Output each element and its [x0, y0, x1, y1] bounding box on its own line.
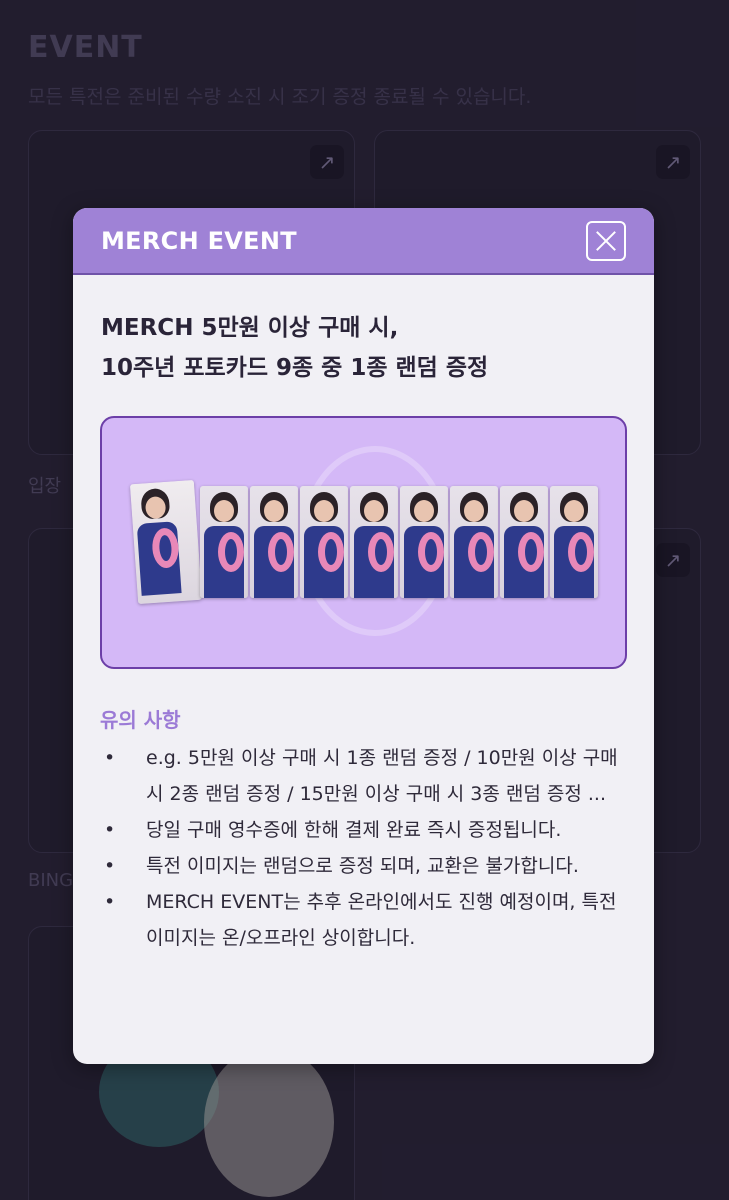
note-item: • e.g. 5만원 이상 구매 시 1종 랜덤 증정 / 10만원 이상 구매 … [100, 740, 620, 812]
modal-headline: MERCH 5만원 이상 구매 시, 10주년 포토카드 9종 중 1종 랜덤 … [101, 308, 631, 388]
note-text: 당일 구매 영수증에 한해 결제 완료 즉시 증정됩니다. [146, 819, 562, 841]
note-item: • MERCH EVENT는 추후 온라인에서도 진행 예정이며, 특전 이미지는… [100, 884, 620, 956]
note-text: 특전 이미지는 랜덤으로 증정 되며, 교환은 불가합니다. [146, 855, 579, 877]
photocard-thumbnail [250, 486, 298, 598]
photocard-thumbnail [400, 486, 448, 598]
photocard-thumbnail [350, 486, 398, 598]
photocard-thumbnail [129, 479, 203, 605]
note-text: MERCH EVENT는 추후 온라인에서도 진행 예정이며, 특전 이미지는 … [146, 891, 617, 949]
modal-header: MERCH EVENT [73, 208, 654, 275]
event-page: EVENT 모든 특전은 준비된 수량 소진 시 조기 증정 종료될 수 있습니… [0, 0, 729, 1200]
notes-list: • e.g. 5만원 이상 구매 시 1종 랜덤 증정 / 10만원 이상 구매 … [100, 740, 620, 956]
merch-event-modal: MERCH EVENT MERCH 5만원 이상 구매 시, 10주년 포토카드… [73, 208, 654, 1064]
headline-line-2: 10주년 포토카드 9종 중 1종 랜덤 증정 [101, 355, 489, 381]
photocard-thumbnail [200, 486, 248, 598]
bullet: • [104, 855, 116, 877]
photocard-thumbnail [550, 486, 598, 598]
photocard-promo-image [100, 416, 627, 669]
notes-title: 유의 사항 [100, 708, 181, 732]
note-text: e.g. 5만원 이상 구매 시 1종 랜덤 증정 / 10만원 이상 구매 시… [146, 747, 618, 805]
photocard-thumbnail [450, 486, 498, 598]
headline-line-1: MERCH 5만원 이상 구매 시, [101, 315, 399, 341]
bullet: • [104, 819, 116, 841]
bullet: • [104, 747, 116, 769]
modal-title: MERCH EVENT [101, 226, 297, 255]
note-item: • 당일 구매 영수증에 한해 결제 완료 즉시 증정됩니다. [100, 812, 620, 848]
photocard-row [129, 479, 599, 605]
bullet: • [104, 891, 116, 913]
close-button[interactable] [586, 220, 626, 261]
photocard-thumbnail [500, 486, 548, 598]
photocard-thumbnail [300, 486, 348, 598]
note-item: • 특전 이미지는 랜덤으로 증정 되며, 교환은 불가합니다. [100, 848, 620, 884]
